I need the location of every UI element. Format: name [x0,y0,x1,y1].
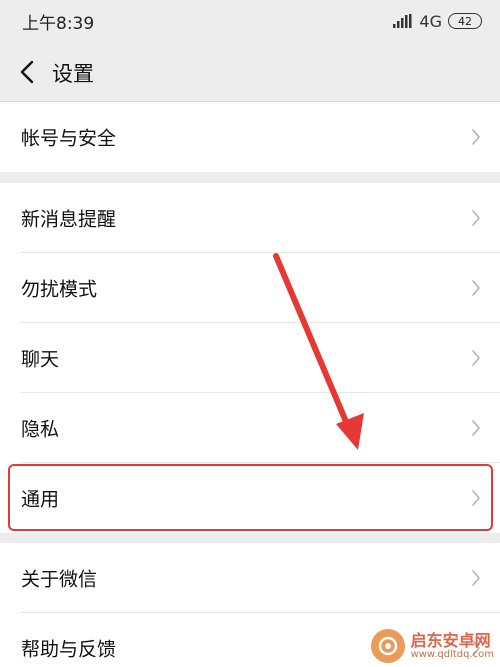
back-button[interactable] [14,57,40,87]
status-indicators: 4G 42 [393,10,482,32]
watermark-url: www.qdltdq.com [410,649,494,661]
settings-item-label: 关于微信 [21,568,98,591]
settings-item-general[interactable]: 通用 [0,463,500,533]
battery-level: 42 [458,14,472,28]
chevron-right-icon [472,280,480,296]
settings-item-label: 隐私 [21,418,60,441]
status-bar: 上午8:39 4G 42 [0,0,500,42]
settings-item-label: 帮助与反馈 [21,638,117,661]
signal-icon [393,14,412,28]
chevron-right-icon [472,490,480,506]
wechat-settings-screen: 上午8:39 4G 42 设置 帐号与安全 新消息提醒 勿扰模式 聊天 隐私 通… [0,0,500,667]
chevron-right-icon [472,350,480,366]
settings-item-label: 帐号与安全 [21,127,117,150]
settings-item-label: 通用 [21,488,60,511]
watermark-text: 启东安卓网 www.qdltdq.com [411,632,494,661]
chevron-right-icon [472,570,480,586]
settings-item-label: 新消息提醒 [21,208,117,231]
chevron-right-icon [472,420,480,436]
chevron-left-icon [20,60,34,84]
page-title: 设置 [52,62,94,86]
settings-group-main: 新消息提醒 勿扰模式 聊天 隐私 通用 [0,183,500,533]
navbar: 设置 [0,42,500,102]
settings-item-chat[interactable]: 聊天 [0,323,500,393]
network-type: 4G [419,11,442,31]
settings-item-privacy[interactable]: 隐私 [0,393,500,463]
settings-item-about-wechat[interactable]: 关于微信 [0,543,500,613]
settings-item-label: 勿扰模式 [21,278,98,301]
settings-item-do-not-disturb[interactable]: 勿扰模式 [0,253,500,323]
settings-item-new-message-alerts[interactable]: 新消息提醒 [0,183,500,253]
settings-group-account: 帐号与安全 [0,102,500,172]
watermark-name: 启东安卓网 [410,630,491,650]
settings-item-account-security[interactable]: 帐号与安全 [0,102,500,172]
status-time: 上午8:39 [22,14,95,34]
chevron-right-icon [472,210,480,226]
chevron-right-icon [472,129,480,145]
watermark: 启东安卓网 www.qdltdq.com [370,629,494,663]
watermark-logo-icon [370,629,405,663]
settings-item-label: 聊天 [21,348,60,371]
battery-icon: 42 [448,13,482,29]
